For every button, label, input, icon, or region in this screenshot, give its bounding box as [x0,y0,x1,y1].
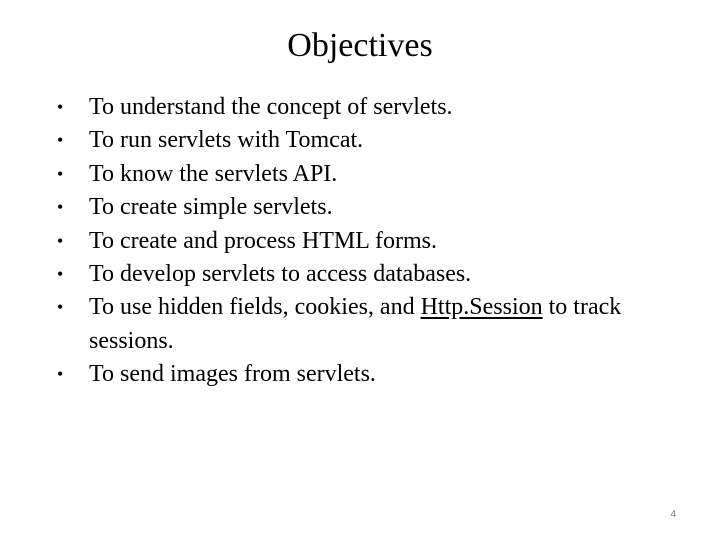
list-item-text: To run servlets with Tomcat. [89,127,364,154]
list-item: • To run servlets with Tomcat. [55,124,675,157]
bullet-icon: • [57,130,64,151]
objectives-list: • To understand the concept of servlets.… [55,91,675,392]
bullet-icon: • [57,297,64,318]
list-item: • To understand the concept of servlets. [55,91,675,124]
list-item-text: To know the servlets API. [89,160,338,187]
list-item-text: To create simple servlets. [89,194,333,221]
slide-title: Objectives [287,27,433,64]
list-item: • To create and process HTML forms. [55,225,675,258]
list-item: • To know the servlets API. [55,158,675,191]
list-item: • To send images from servlets. [55,358,675,391]
bullet-icon: • [57,97,64,117]
http-session-link[interactable]: Http.Session [421,294,543,320]
list-item-text: To develop servlets to access databases. [89,261,472,288]
list-item-text-before: To use hidden fields, cookies, and [89,294,421,321]
bullet-icon: • [57,264,64,285]
bullet-icon: • [57,364,64,385]
list-item-text: To understand the concept of servlets. [89,94,453,120]
bullet-icon: • [57,163,64,184]
list-item: • To use hidden fields, cookies, and Htt… [55,291,675,358]
list-item: • To create simple servlets. [55,191,675,224]
page-number: 4 [670,509,676,520]
list-item: • To develop servlets to access database… [55,258,675,291]
list-item-text: To send images from servlets. [89,361,376,388]
list-item-text: To create and process HTML forms. [89,227,437,254]
bullet-icon: • [57,230,64,251]
bullet-icon: • [57,197,64,218]
